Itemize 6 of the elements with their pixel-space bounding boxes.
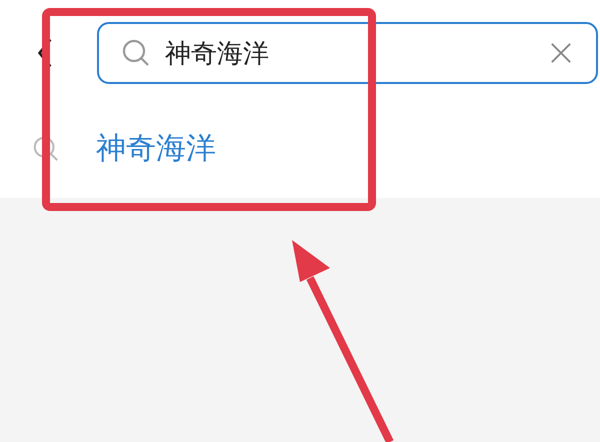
search-icon	[121, 38, 151, 68]
suggestion-item[interactable]: 神奇海洋	[96, 128, 216, 169]
search-field[interactable]: 神奇海洋	[165, 38, 550, 68]
search-bar[interactable]: 神奇海洋	[97, 22, 598, 84]
clear-icon[interactable]	[550, 42, 572, 64]
search-icon	[32, 134, 60, 162]
